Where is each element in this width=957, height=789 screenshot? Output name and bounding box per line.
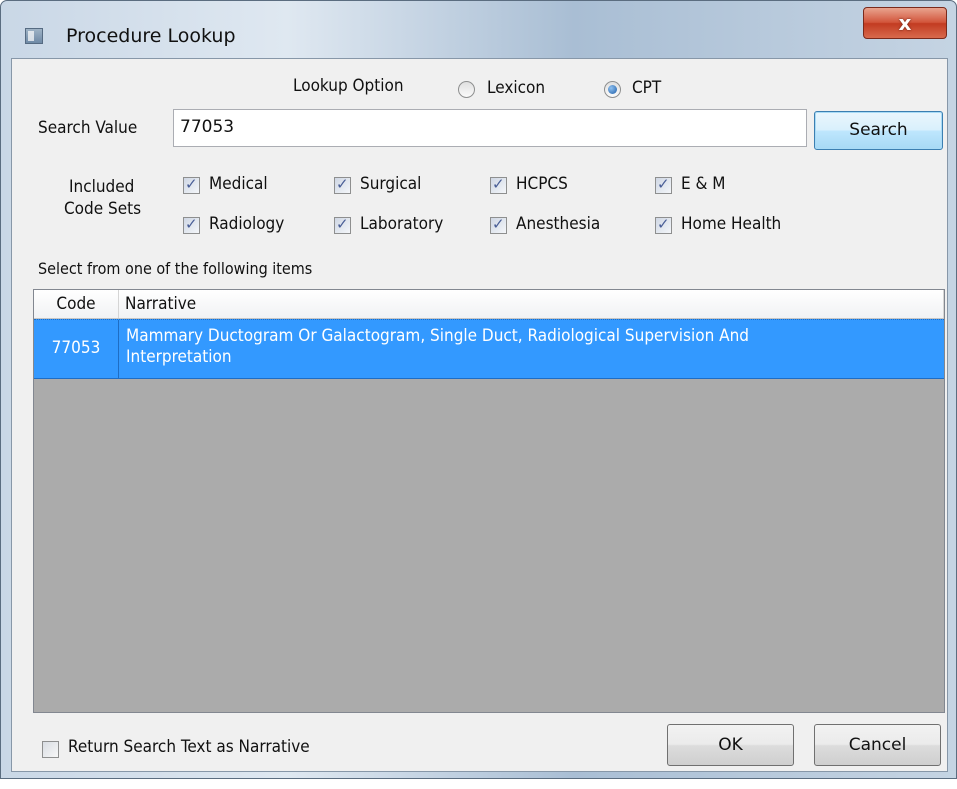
window-app-icon (25, 28, 43, 44)
hcpcs-checkbox-label[interactable]: HCPCS (516, 174, 568, 194)
lexicon-radio-label[interactable]: Lexicon (487, 78, 545, 98)
search-button[interactable]: Search (814, 111, 943, 150)
procedure-lookup-window: Procedure Lookup x Lookup Option Lexicon… (0, 0, 957, 779)
column-header-narrative[interactable]: Narrative (120, 290, 944, 318)
dialog-body: Lookup Option Lexicon CPT Search Value 7… (11, 58, 948, 772)
column-header-code[interactable]: Code (34, 290, 119, 318)
close-icon: x (898, 11, 912, 35)
surgical-checkbox-label[interactable]: Surgical (360, 174, 421, 194)
results-prompt: Select from one of the following items (38, 259, 313, 278)
lexicon-radio[interactable] (458, 81, 475, 98)
code-sets-label: Code Sets (64, 199, 142, 219)
medical-checkbox-label[interactable]: Medical (209, 174, 268, 194)
results-grid[interactable]: Code Narrative 77053 Mammary Ductogram O… (33, 289, 945, 713)
cpt-radio[interactable] (604, 81, 621, 98)
medical-checkbox[interactable] (183, 175, 200, 194)
hcpcs-checkbox[interactable] (490, 175, 507, 194)
search-value-label: Search Value (38, 118, 138, 138)
close-button[interactable]: x (863, 7, 947, 39)
table-row[interactable]: 77053 Mammary Ductogram Or Galactogram, … (34, 319, 944, 379)
surgical-checkbox[interactable] (334, 175, 351, 194)
lookup-option-label: Lookup Option (293, 76, 404, 96)
search-value-input[interactable]: 77053 (173, 109, 807, 147)
cpt-radio-label[interactable]: CPT (632, 78, 661, 98)
home-health-checkbox[interactable] (655, 215, 672, 234)
anesthesia-checkbox-label[interactable]: Anesthesia (516, 214, 600, 234)
ok-button[interactable]: OK (667, 724, 794, 766)
laboratory-checkbox[interactable] (334, 215, 351, 234)
return-search-text-label[interactable]: Return Search Text as Narrative (68, 737, 310, 757)
included-label: Included (69, 177, 135, 197)
cancel-button[interactable]: Cancel (814, 724, 941, 766)
radiology-checkbox[interactable] (183, 215, 200, 234)
title-bar[interactable]: Procedure Lookup x (1, 1, 956, 59)
row-code-cell: 77053 (34, 320, 119, 378)
anesthesia-checkbox[interactable] (490, 215, 507, 234)
return-search-text-checkbox[interactable] (42, 741, 59, 758)
row-narrative-cell: Mammary Ductogram Or Galactogram, Single… (120, 320, 942, 378)
grid-header: Code Narrative (34, 290, 944, 319)
laboratory-checkbox-label[interactable]: Laboratory (360, 214, 443, 234)
row-narrative-line-1: Mammary Ductogram Or Galactogram, Single… (126, 326, 750, 346)
e-and-m-checkbox-label[interactable]: E & M (681, 174, 726, 194)
window-title: Procedure Lookup (66, 25, 236, 47)
e-and-m-checkbox[interactable] (655, 175, 672, 194)
radiology-checkbox-label[interactable]: Radiology (209, 214, 284, 234)
row-narrative-line-2: Interpretation (126, 347, 232, 367)
home-health-checkbox-label[interactable]: Home Health (681, 214, 781, 234)
